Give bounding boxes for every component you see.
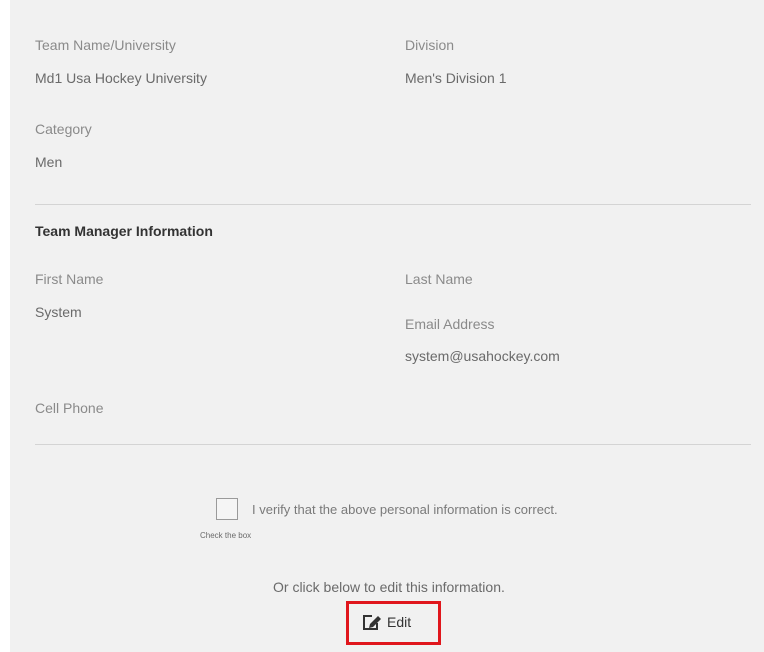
- checkbox-hint: Check the box: [200, 531, 252, 540]
- category-value: Men: [35, 154, 63, 170]
- email-value: system@usahockey.com: [405, 348, 560, 364]
- email-label: Email Address: [405, 316, 495, 332]
- verify-label: I verify that the above personal informa…: [252, 502, 558, 517]
- division-label: Division: [405, 37, 455, 53]
- verify-checkbox[interactable]: [216, 498, 238, 520]
- last-name-label: Last Name: [405, 271, 473, 287]
- team-name-label: Team Name/University: [35, 37, 176, 53]
- cell-phone-label: Cell Phone: [35, 400, 104, 416]
- division-value: Men's Division 1: [405, 70, 507, 86]
- edit-prompt: Or click below to edit this information.: [273, 579, 505, 595]
- team-info-panel: [10, 0, 764, 652]
- edit-button-label: Edit: [387, 614, 412, 630]
- first-name-label: First Name: [35, 271, 104, 287]
- team-name-value: Md1 Usa Hockey University: [35, 70, 207, 86]
- edit-button[interactable]: Edit: [363, 609, 411, 635]
- edit-icon: [363, 613, 383, 631]
- divider: [35, 444, 751, 445]
- category-label: Category: [35, 121, 92, 137]
- section-title: Team Manager Information: [35, 223, 213, 239]
- divider: [35, 204, 751, 205]
- first-name-value: System: [35, 304, 82, 320]
